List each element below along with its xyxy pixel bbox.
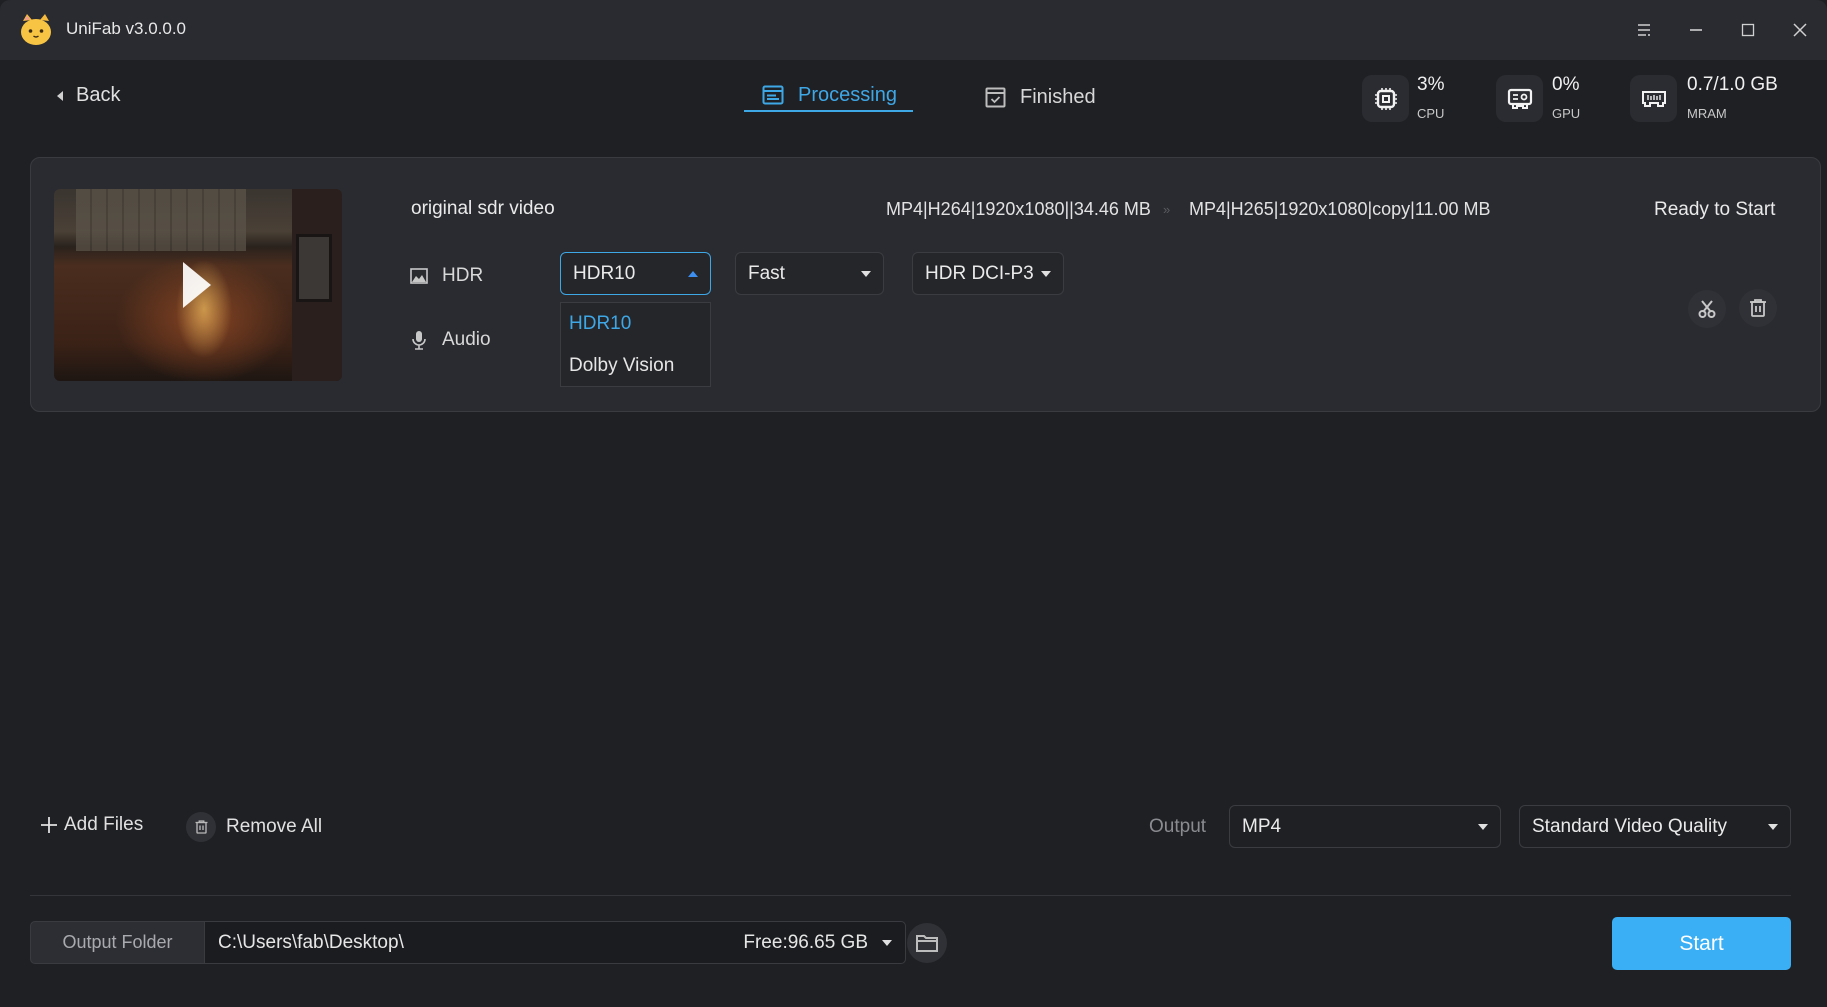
caret-down-icon[interactable] <box>882 939 892 946</box>
browse-folder-button[interactable] <box>907 923 947 963</box>
double-arrow-icon: » <box>1163 202 1170 217</box>
minimize-button[interactable] <box>1680 14 1712 46</box>
cpu-stat-box <box>1362 75 1409 122</box>
caret-left-icon <box>57 90 63 101</box>
maximize-icon <box>1741 23 1755 37</box>
audio-row-label: Audio <box>410 329 491 351</box>
mram-value: 0.7/1.0 GB <box>1687 74 1778 95</box>
close-icon <box>1793 23 1807 37</box>
cut-button[interactable] <box>1688 290 1726 328</box>
delete-button[interactable] <box>1739 289 1777 327</box>
gpu-icon <box>1507 88 1532 109</box>
back-label: Back <box>76 84 121 106</box>
minimize-icon <box>1690 29 1702 31</box>
hdr-format-value: HDR10 <box>573 262 636 284</box>
back-button[interactable]: Back <box>56 84 120 107</box>
trash-icon <box>1750 299 1766 317</box>
app-title: UniFab v3.0.0.0 <box>66 19 187 38</box>
hdr-format-select[interactable]: HDR10 <box>560 252 711 295</box>
target-info: MP4|H265|1920x1080|copy|11.00 MB <box>1189 199 1491 219</box>
quality-select[interactable]: Standard Video Quality <box>1519 805 1791 848</box>
close-button[interactable] <box>1784 14 1816 46</box>
speed-value: Fast <box>748 262 785 284</box>
cpu-value: 3% <box>1417 74 1445 95</box>
output-path-field[interactable]: C:\Users\fab\Desktop\ Free:96.65 GB <box>204 921 906 964</box>
cpu-icon <box>1374 87 1397 110</box>
cpu-label: CPU <box>1417 106 1445 121</box>
remove-all-icon-bg <box>186 812 216 842</box>
memory-icon <box>1641 90 1666 107</box>
divider <box>30 895 1791 896</box>
caret-down-icon <box>861 270 871 277</box>
caret-down-icon <box>1768 823 1778 830</box>
dropdown-option-hdr10[interactable]: HDR10 <box>569 313 631 335</box>
title-bar <box>0 0 1827 60</box>
color-space-select[interactable]: HDR DCI-P3 <box>912 252 1064 295</box>
quality-value: Standard Video Quality <box>1532 815 1728 837</box>
tab-finished[interactable]: Finished <box>985 80 1096 114</box>
caret-down-icon <box>1478 823 1488 830</box>
output-format-value: MP4 <box>1242 815 1282 837</box>
add-files-button[interactable]: Add Files <box>40 814 143 836</box>
hdr-row-label: HDR <box>410 265 483 287</box>
play-icon[interactable] <box>183 262 211 308</box>
hdr-label: HDR <box>442 265 484 286</box>
dropdown-option-dolby-vision[interactable]: Dolby Vision <box>569 355 674 377</box>
caret-up-icon <box>688 270 698 277</box>
output-path-value: C:\Users\fab\Desktop\ <box>218 931 404 953</box>
microphone-icon <box>412 331 426 350</box>
status-text: Ready to Start <box>1654 199 1776 220</box>
speed-select[interactable]: Fast <box>735 252 884 295</box>
maximize-button[interactable] <box>1732 14 1764 46</box>
image-icon <box>410 268 428 284</box>
remove-all-button[interactable]: Remove All <box>186 812 322 842</box>
gpu-label: GPU <box>1552 106 1581 121</box>
file-name: original sdr video <box>411 198 555 219</box>
gpu-stat-box <box>1496 75 1543 122</box>
hdr-format-dropdown: HDR10 Dolby Vision <box>560 302 711 387</box>
tab-finished-label: Finished <box>1020 85 1096 108</box>
output-format-select[interactable]: MP4 <box>1229 805 1501 848</box>
tab-processing-label: Processing <box>798 83 897 106</box>
folder-icon <box>916 935 938 952</box>
audio-label: Audio <box>442 329 491 350</box>
mram-label: MRAM <box>1687 106 1727 121</box>
remove-all-label: Remove All <box>226 816 323 837</box>
output-label: Output <box>1149 816 1207 837</box>
gpu-value: 0% <box>1552 74 1580 95</box>
add-files-label: Add Files <box>64 814 144 835</box>
trash-icon <box>195 820 207 834</box>
caret-down-icon <box>1041 270 1051 277</box>
menu-button[interactable] <box>1628 14 1660 46</box>
cat-logo-icon <box>18 12 54 48</box>
free-space: Free:96.65 GB <box>743 931 868 953</box>
start-button[interactable]: Start <box>1612 917 1791 970</box>
scissors-icon <box>1698 300 1716 318</box>
color-space-value: HDR DCI-P3 <box>925 262 1034 284</box>
menu-icon <box>1638 24 1650 36</box>
checkbox-icon <box>985 87 1006 107</box>
mram-stat-box <box>1630 75 1677 122</box>
list-window-icon <box>762 85 784 105</box>
tab-processing[interactable]: Processing <box>744 80 913 112</box>
source-info: MP4|H264|1920x1080||34.46 MB <box>886 199 1151 219</box>
output-folder-label: Output Folder <box>30 921 205 964</box>
plus-icon <box>41 817 57 833</box>
